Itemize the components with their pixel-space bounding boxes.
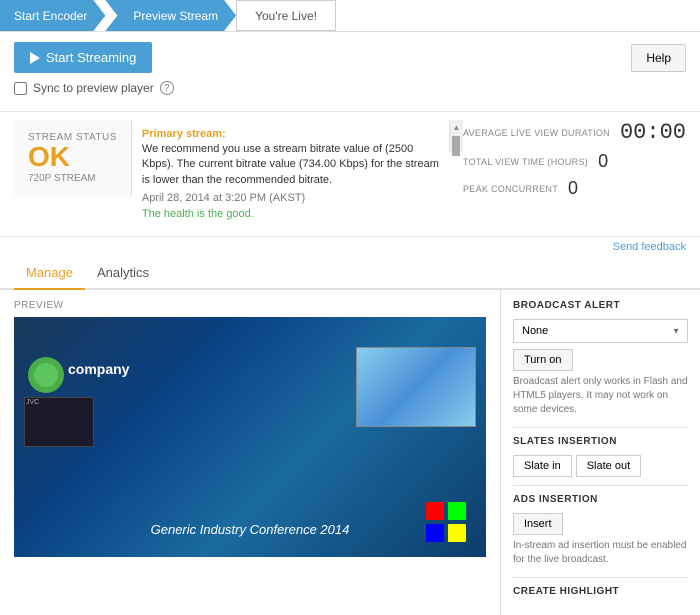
win-q1 xyxy=(426,502,444,520)
tab-manage-label: Manage xyxy=(26,265,73,280)
status-box: STREAM STATUS OK 720P STREAM Primary str… xyxy=(14,120,463,228)
slates-insertion-title: SLATES INSERTION xyxy=(513,436,688,447)
tab-analytics[interactable]: Analytics xyxy=(85,257,161,288)
play-icon xyxy=(30,52,40,64)
video-desktop xyxy=(356,347,476,427)
bottom-content: PREVIEW company JVC xyxy=(0,290,700,615)
stream-message: We recommend you use a stream bitrate va… xyxy=(142,142,439,188)
slate-out-button[interactable]: Slate out xyxy=(576,455,641,477)
step-preview-stream[interactable]: Preview Stream xyxy=(105,0,236,31)
help-label: Help xyxy=(646,51,671,65)
divider-2 xyxy=(513,485,688,486)
step-youre-live-label: You're Live! xyxy=(255,9,317,23)
create-highlight-title: CREATE HIGHLIGHT xyxy=(513,586,688,597)
right-sidebar: BROADCAST ALERT None ▼ Turn on Broadcast… xyxy=(500,290,700,615)
sync-help-icon[interactable]: ? xyxy=(160,81,174,95)
stats-right: AVERAGE LIVE VIEW DURATION 00:00 TOTAL V… xyxy=(463,120,686,228)
peak-concurrent-value: 0 xyxy=(568,178,578,199)
insert-button[interactable]: Insert xyxy=(513,513,563,535)
divider-3 xyxy=(513,577,688,578)
total-view-row: TOTAL VIEW TIME (HOURS) 0 xyxy=(463,151,686,172)
preview-label: PREVIEW xyxy=(14,300,486,311)
sync-label: Sync to preview player xyxy=(33,81,154,95)
send-feedback-area: Send feedback xyxy=(0,237,700,257)
preview-section: PREVIEW company JVC xyxy=(0,290,500,615)
peak-concurrent-row: PEAK CONCURRENT 0 xyxy=(463,178,686,199)
toolbar: Start Streaming Help xyxy=(14,42,686,73)
video-background: company JVC Gene xyxy=(14,317,486,557)
help-button[interactable]: Help xyxy=(631,44,686,72)
turn-on-button[interactable]: Turn on xyxy=(513,349,573,371)
divider-1 xyxy=(513,427,688,428)
globe-logo xyxy=(28,357,64,393)
step-start-encoder-label: Start Encoder xyxy=(14,9,87,23)
win-q2 xyxy=(448,502,466,520)
scroll-up-btn[interactable]: ▲ xyxy=(449,120,463,134)
start-streaming-label: Start Streaming xyxy=(46,50,136,65)
avg-duration-value: 00:00 xyxy=(620,120,686,145)
tabs: Manage Analytics xyxy=(0,257,700,290)
ads-insertion-title: ADS INSERTION xyxy=(513,494,688,505)
total-view-value: 0 xyxy=(598,151,608,172)
status-ok-value: OK xyxy=(28,143,117,171)
total-view-label: TOTAL VIEW TIME (HOURS) xyxy=(463,157,588,167)
health-message: The health is the good. xyxy=(142,208,439,220)
send-feedback-link[interactable]: Send feedback xyxy=(613,241,686,253)
broadcast-alert-select[interactable]: None xyxy=(513,319,688,343)
step-start-encoder[interactable]: Start Encoder xyxy=(0,0,105,31)
status-scrollbar: ▲ ▼ xyxy=(449,120,463,152)
company-name: company xyxy=(68,361,129,377)
step-preview-stream-label: Preview Stream xyxy=(133,9,218,23)
avg-duration-label: AVERAGE LIVE VIEW DURATION xyxy=(463,128,610,138)
slates-btn-group: Slate in Slate out xyxy=(513,455,688,477)
sync-row: Sync to preview player ? xyxy=(14,81,686,95)
tab-analytics-label: Analytics xyxy=(97,265,149,280)
stream-type-label: 720P STREAM xyxy=(28,173,117,184)
conference-text: Generic Industry Conference 2014 xyxy=(14,522,486,537)
status-area: STREAM STATUS OK 720P STREAM Primary str… xyxy=(0,112,700,237)
primary-stream-label: Primary stream: xyxy=(142,128,439,140)
stream-date: April 28, 2014 at 3:20 PM (AKST) xyxy=(142,192,439,204)
device-label: JVC xyxy=(26,399,39,406)
video-desktop-inner xyxy=(357,348,475,426)
peak-concurrent-label: PEAK CONCURRENT xyxy=(463,184,558,194)
broadcast-alert-select-wrapper: None ▼ xyxy=(513,319,688,343)
tab-manage[interactable]: Manage xyxy=(14,257,85,290)
avg-duration-row: AVERAGE LIVE VIEW DURATION 00:00 xyxy=(463,120,686,145)
globe-inner xyxy=(34,363,58,387)
slate-in-button[interactable]: Slate in xyxy=(513,455,572,477)
stepper: Start Encoder Preview Stream You're Live… xyxy=(0,0,700,32)
sync-checkbox[interactable] xyxy=(14,82,27,95)
ads-insertion-desc: In-stream ad insertion must be enabled f… xyxy=(513,539,688,567)
broadcast-alert-title: BROADCAST ALERT xyxy=(513,300,688,311)
start-streaming-button[interactable]: Start Streaming xyxy=(14,42,152,73)
status-left: STREAM STATUS OK 720P STREAM xyxy=(14,120,132,196)
broadcast-alert-desc: Broadcast alert only works in Flash and … xyxy=(513,375,688,417)
scrollbar-thumb xyxy=(452,136,460,156)
video-container[interactable]: company JVC Gene xyxy=(14,317,486,557)
status-messages: Primary stream: We recommend you use a s… xyxy=(132,120,449,228)
step-youre-live[interactable]: You're Live! xyxy=(236,0,336,31)
